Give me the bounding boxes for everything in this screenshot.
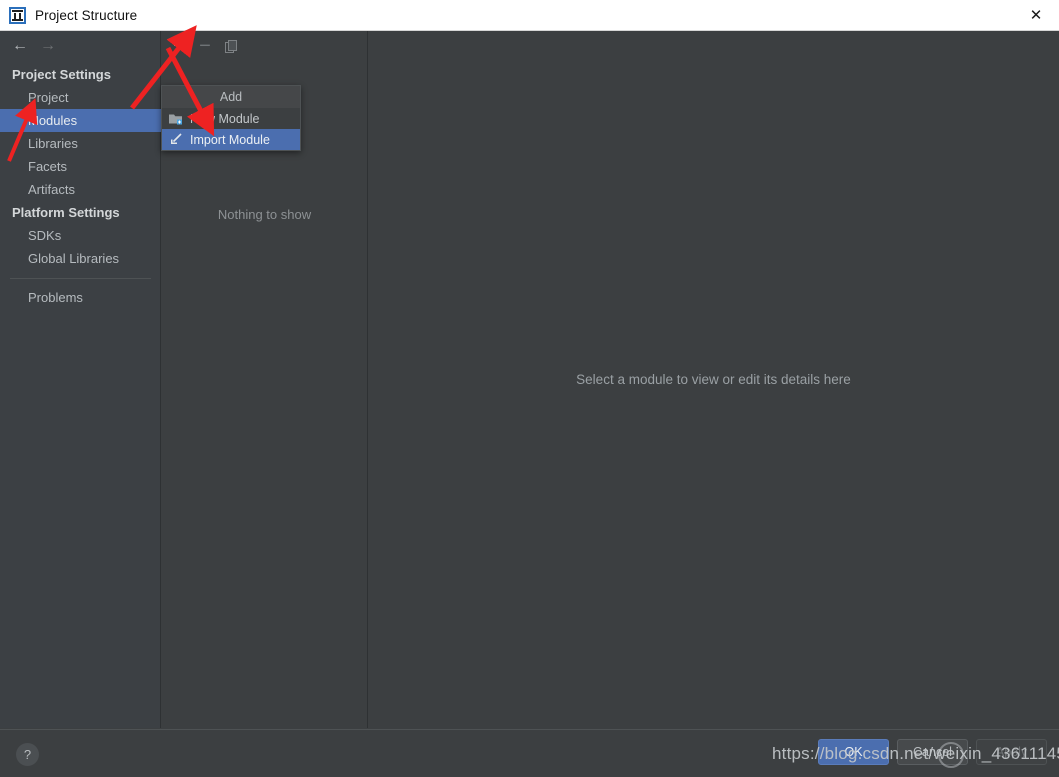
sidebar-item-problems[interactable]: Problems	[0, 286, 161, 309]
sidebar-item-libraries[interactable]: Libraries	[0, 132, 161, 155]
forward-arrow-icon[interactable]: →	[34, 33, 62, 59]
new-module-folder-icon	[168, 111, 184, 127]
sidebar-item-modules[interactable]: Modules	[0, 109, 161, 132]
dialog-button-row: OK Cancel Apply	[818, 739, 1047, 765]
intellij-idea-icon	[9, 6, 26, 24]
dialog-bottom-bar: ? OK Cancel Apply	[0, 729, 1059, 777]
sidebar-group-project-settings: Project Settings	[12, 67, 111, 82]
modules-toolbar: + −	[161, 31, 368, 61]
sidebar-item-facets[interactable]: Facets	[0, 155, 161, 178]
sidebar-group-platform-settings: Platform Settings	[12, 205, 120, 220]
copy-module-icon[interactable]	[219, 34, 243, 58]
dialog-body: ← → Project Settings Project Modules Lib…	[0, 31, 1059, 777]
project-structure-dialog: Project Structure ✕ ← → Project Settings…	[0, 0, 1059, 777]
sidebar-item-artifacts[interactable]: Artifacts	[0, 178, 161, 201]
watermark-logo	[938, 742, 964, 768]
detail-empty-message: Select a module to view or edit its deta…	[576, 372, 851, 387]
apply-button[interactable]: Apply	[976, 739, 1047, 765]
sidebar-item-global-libraries[interactable]: Global Libraries	[0, 247, 161, 270]
menu-item-import-module[interactable]: Import Module	[162, 129, 300, 150]
add-popup-menu: Add New Module Import Module	[161, 85, 301, 151]
close-icon[interactable]: ✕	[1013, 0, 1059, 30]
add-menu-header: Add	[162, 86, 300, 108]
import-module-arrow-icon	[168, 132, 184, 148]
module-detail-panel: Select a module to view or edit its deta…	[368, 31, 1059, 728]
help-button[interactable]: ?	[16, 743, 39, 766]
back-arrow-icon[interactable]: ←	[6, 33, 34, 59]
remove-module-button[interactable]: −	[193, 34, 217, 58]
settings-sidebar: ← → Project Settings Project Modules Lib…	[0, 31, 161, 728]
sidebar-nav-list: Project Settings Project Modules Librari…	[0, 63, 161, 309]
menu-item-import-module-label: Import Module	[190, 132, 270, 147]
sidebar-item-sdks[interactable]: SDKs	[0, 224, 161, 247]
window-titlebar: Project Structure ✕	[0, 0, 1059, 31]
menu-item-new-module-label: New Module	[190, 111, 260, 126]
add-module-button[interactable]: +	[167, 34, 191, 58]
ok-button[interactable]: OK	[818, 739, 889, 765]
sidebar-item-project[interactable]: Project	[0, 86, 161, 109]
sidebar-divider	[10, 278, 151, 279]
sidebar-nav-arrows: ← →	[0, 31, 161, 61]
menu-item-new-module[interactable]: New Module	[162, 108, 300, 129]
window-title: Project Structure	[35, 7, 138, 23]
